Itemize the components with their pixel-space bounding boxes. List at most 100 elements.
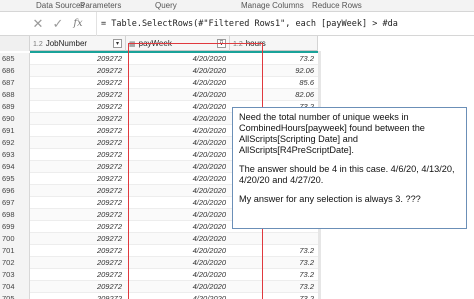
row-number: 692 [0, 137, 30, 149]
number-type-icon: 1.2 [33, 41, 43, 48]
date-type-icon: ▦ [129, 41, 136, 48]
row-number-header [0, 36, 30, 51]
number-type-icon: 1.2 [233, 41, 243, 48]
payweek-cell: 4/20/2020 [192, 210, 226, 219]
hours-cell: 73.2 [299, 258, 314, 267]
payweek-cell: 4/20/2020 [192, 258, 226, 267]
formula-bar: ✕ ✓ fx = Table.SelectRows(#"Filtered Row… [0, 12, 474, 36]
row-number: 687 [0, 77, 30, 89]
table-row[interactable]: 702 209272 4/20/2020 73.2 [0, 257, 318, 269]
payweek-cell: 4/20/2020 [192, 294, 226, 299]
payweek-cell: 4/20/2020 [192, 162, 226, 171]
column-header-label: JobNumber [45, 39, 88, 48]
jobnumber-cell: 209272 [96, 90, 122, 99]
row-number: 705 [0, 293, 30, 299]
ribbon-group-parameters: Parameters [80, 1, 122, 10]
jobnumber-cell: 209272 [96, 294, 122, 299]
jobnumber-cell: 209272 [96, 66, 122, 75]
confirm-icon[interactable]: ✓ [50, 16, 66, 32]
payweek-cell: 4/20/2020 [192, 174, 226, 183]
row-number: 686 [0, 65, 30, 77]
jobnumber-cell: 209272 [96, 126, 122, 135]
table-row[interactable]: 700 209272 4/20/2020 [0, 233, 318, 245]
jobnumber-cell: 209272 [96, 234, 122, 243]
hours-cell: 73.2 [299, 54, 314, 63]
row-number: 703 [0, 269, 30, 281]
note-paragraph: Need the total number of unique weeks in… [239, 112, 425, 155]
jobnumber-cell: 209272 [96, 210, 122, 219]
column-filter-icon[interactable]: ⊽ [217, 39, 226, 48]
payweek-cell: 4/20/2020 [192, 66, 226, 75]
row-number: 688 [0, 89, 30, 101]
payweek-cell: 4/20/2020 [192, 138, 226, 147]
row-number: 704 [0, 281, 30, 293]
ribbon-group-query: Query [155, 1, 177, 10]
row-number: 698 [0, 209, 30, 221]
payweek-cell: 4/20/2020 [192, 150, 226, 159]
ribbon-group-data-sources: Data Sources [36, 1, 85, 10]
row-number: 696 [0, 185, 30, 197]
row-number: 697 [0, 197, 30, 209]
table-row[interactable]: 686 209272 4/20/2020 92.06 [0, 65, 318, 77]
jobnumber-cell: 209272 [96, 270, 122, 279]
table-row[interactable]: 688 209272 4/20/2020 82.06 [0, 89, 318, 101]
payweek-cell: 4/20/2020 [192, 126, 226, 135]
annotation-callout: Need the total number of unique weeks in… [232, 107, 467, 229]
row-number: 700 [0, 233, 30, 245]
jobnumber-cell: 209272 [96, 78, 122, 87]
row-number: 689 [0, 101, 30, 113]
jobnumber-cell: 209272 [96, 114, 122, 123]
row-number: 691 [0, 125, 30, 137]
jobnumber-cell: 209272 [96, 222, 122, 231]
jobnumber-cell: 209272 [96, 198, 122, 207]
table-row[interactable]: 703 209272 4/20/2020 73.2 [0, 269, 318, 281]
jobnumber-cell: 209272 [96, 174, 122, 183]
row-number: 690 [0, 113, 30, 125]
payweek-cell: 4/20/2020 [192, 222, 226, 231]
jobnumber-cell: 209272 [96, 150, 122, 159]
column-header-jobnumber[interactable]: 1.2 JobNumber ▾ [30, 36, 126, 51]
jobnumber-cell: 209272 [96, 138, 122, 147]
row-number: 699 [0, 221, 30, 233]
jobnumber-cell: 209272 [96, 282, 122, 291]
table-row[interactable]: 705 209272 4/20/2020 73.2 [0, 293, 318, 299]
hours-cell: 73.2 [299, 282, 314, 291]
payweek-cell: 4/20/2020 [192, 198, 226, 207]
column-header-label: payWeek [138, 39, 172, 48]
row-number: 693 [0, 149, 30, 161]
jobnumber-cell: 209272 [96, 54, 122, 63]
hours-cell: 92.06 [295, 66, 314, 75]
payweek-cell: 4/20/2020 [192, 114, 226, 123]
hours-cell: 73.2 [299, 270, 314, 279]
formula-input[interactable]: = Table.SelectRows(#"Filtered Rows1", ea… [96, 12, 474, 36]
table-row[interactable]: 685 209272 4/20/2020 73.2 [0, 53, 318, 65]
payweek-cell: 4/20/2020 [192, 54, 226, 63]
jobnumber-cell: 209272 [96, 258, 122, 267]
jobnumber-cell: 209272 [96, 102, 122, 111]
payweek-cell: 4/20/2020 [192, 102, 226, 111]
cancel-icon[interactable]: ✕ [30, 16, 46, 32]
hours-cell: 73.2 [299, 294, 314, 299]
ribbon-group-manage-columns: Manage Columns [241, 1, 304, 10]
row-number: 695 [0, 173, 30, 185]
table-row[interactable]: 687 209272 4/20/2020 85.6 [0, 77, 318, 89]
note-paragraph: The answer should be 4 in this case. 4/6… [239, 164, 455, 185]
payweek-cell: 4/20/2020 [192, 246, 226, 255]
column-header-hours[interactable]: 1.2 hours [230, 36, 318, 51]
table-row[interactable]: 704 209272 4/20/2020 73.2 [0, 281, 318, 293]
payweek-cell: 4/20/2020 [192, 186, 226, 195]
column-dropdown-icon[interactable]: ▾ [113, 39, 122, 48]
payweek-cell: 4/20/2020 [192, 270, 226, 279]
payweek-cell: 4/20/2020 [192, 282, 226, 291]
payweek-cell: 4/20/2020 [192, 90, 226, 99]
grid-header: 1.2 JobNumber ▾ ▦ payWeek ⊽ 1.2 hours [0, 36, 318, 51]
table-row[interactable]: 701 209272 4/20/2020 73.2 [0, 245, 318, 257]
ribbon-group-reduce-rows: Reduce Rows [312, 1, 362, 10]
ribbon-group-labels: Data Sources Parameters Query Manage Col… [0, 0, 474, 12]
column-header-payweek[interactable]: ▦ payWeek ⊽ [126, 36, 230, 51]
hours-cell [230, 233, 318, 245]
row-number: 701 [0, 245, 30, 257]
fx-icon[interactable]: fx [67, 16, 89, 32]
hours-cell: 82.06 [295, 90, 314, 99]
row-number: 702 [0, 257, 30, 269]
